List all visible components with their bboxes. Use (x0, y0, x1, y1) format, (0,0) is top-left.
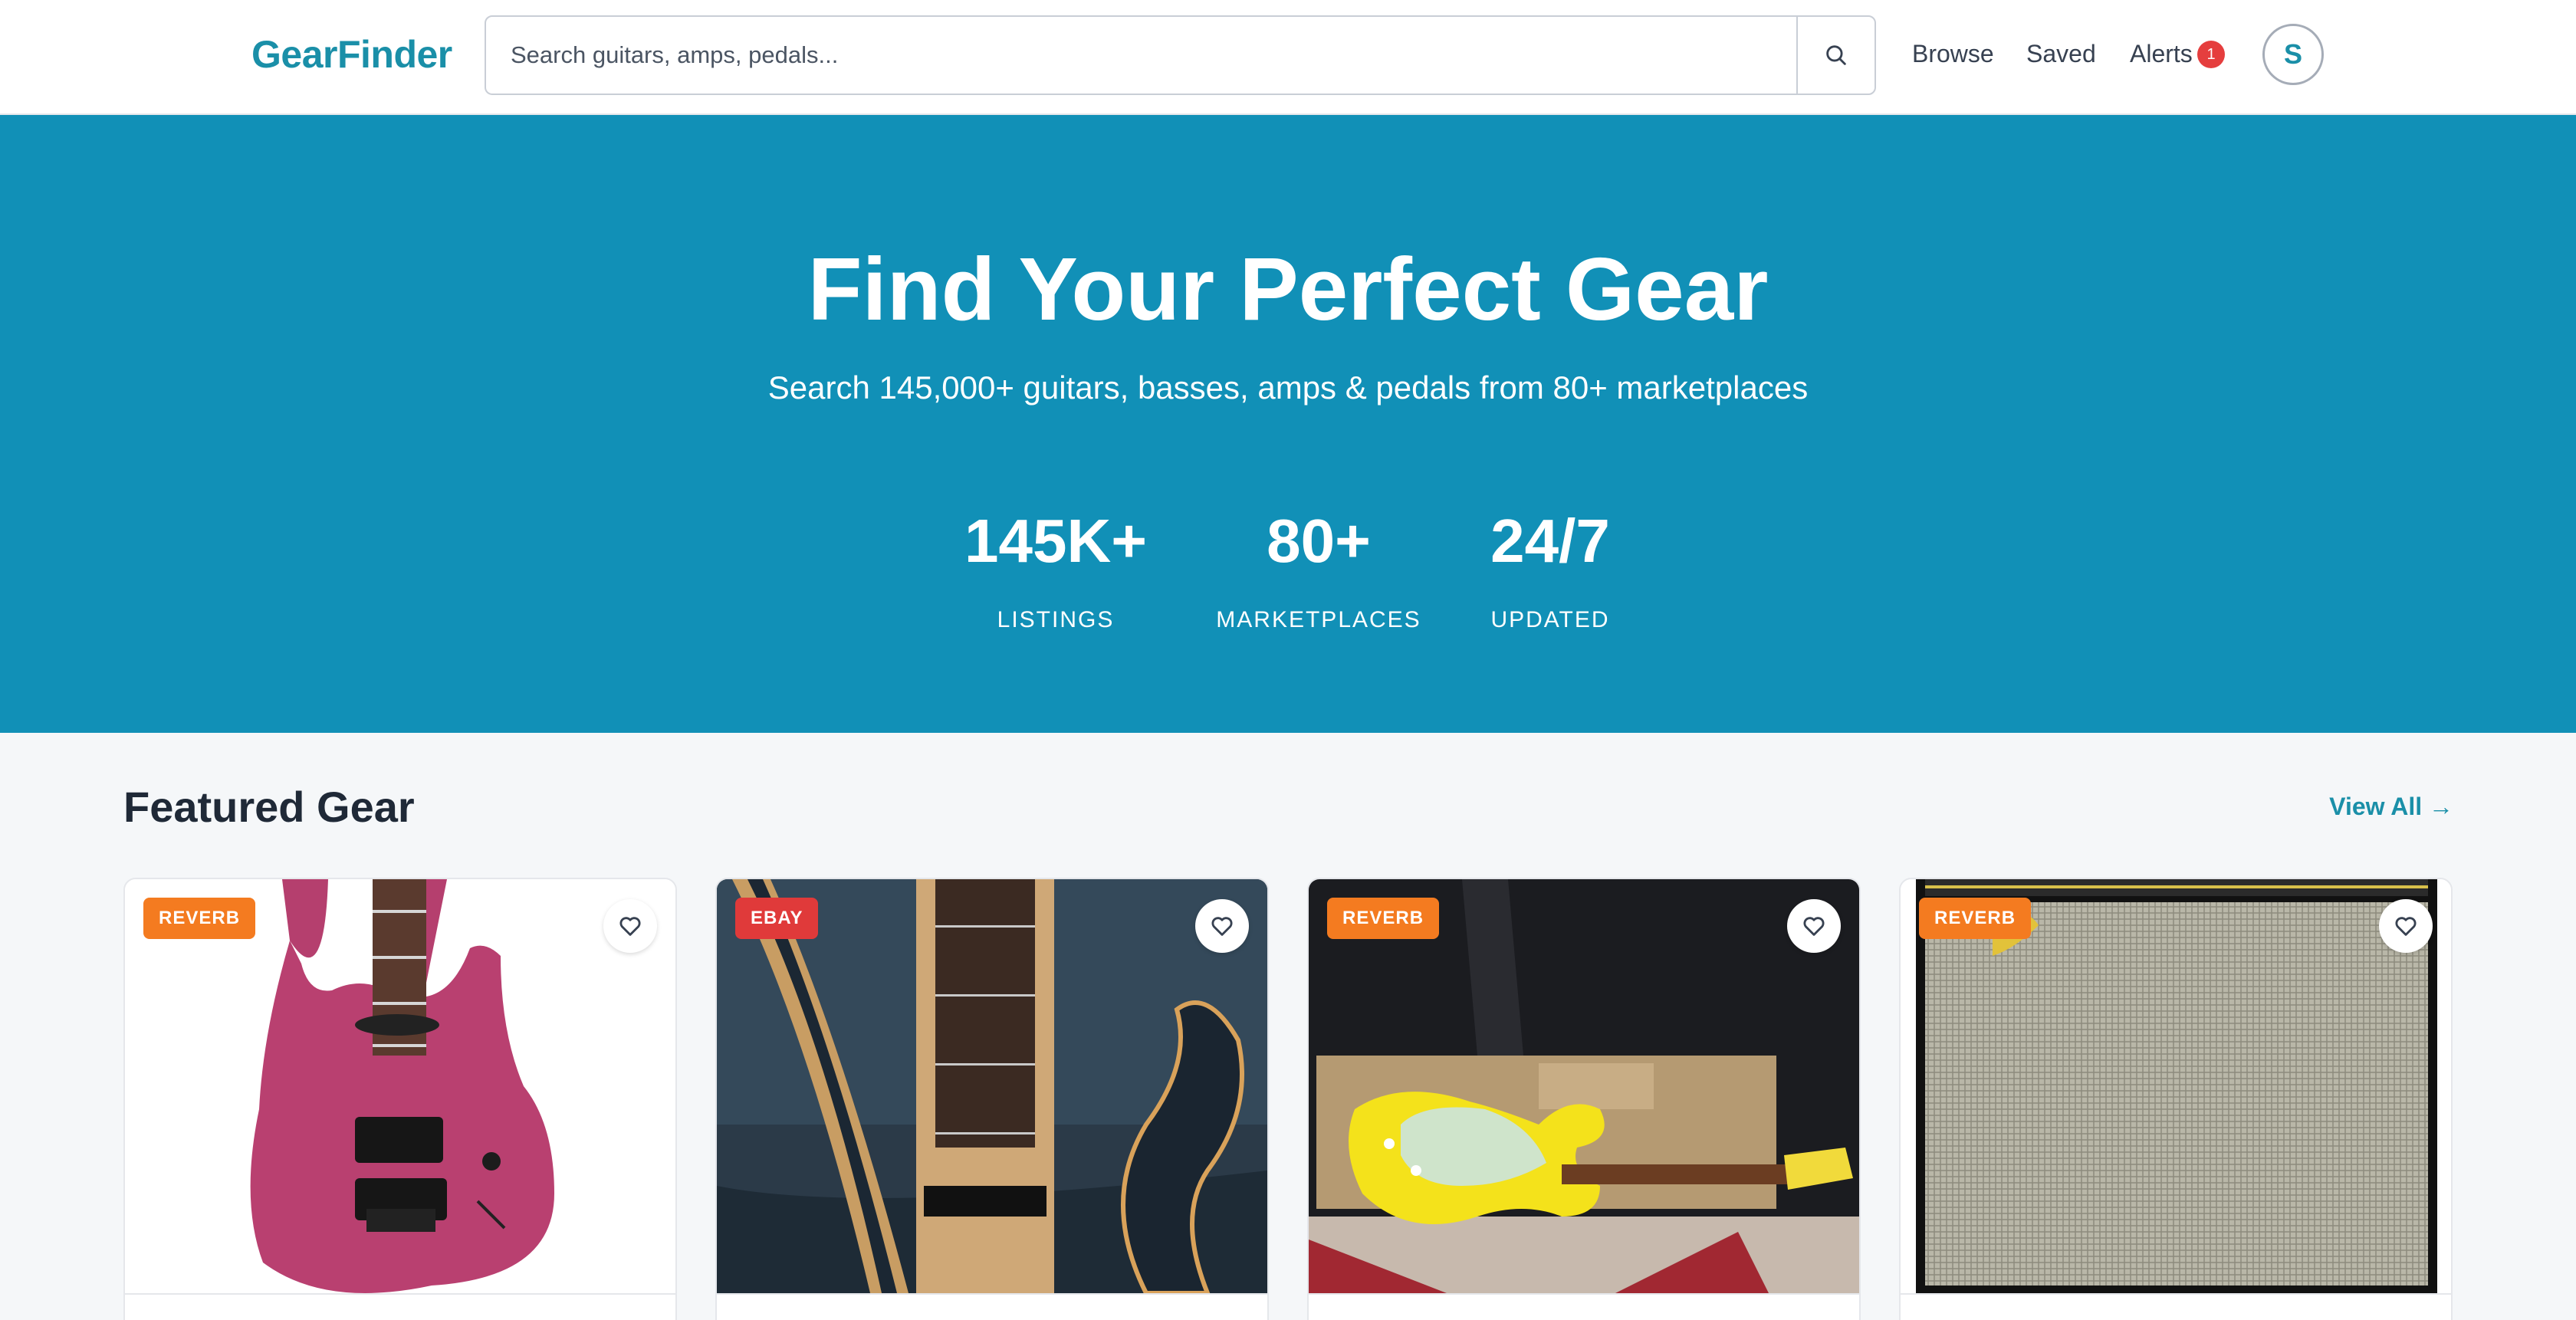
heart-icon (619, 917, 641, 936)
featured-title: Featured Gear (123, 783, 415, 831)
stat-updated-value: 24/7 (1490, 507, 1610, 575)
heart-icon (1803, 917, 1825, 936)
gear-card[interactable]: REVERB (123, 878, 677, 1320)
stat-marketplaces-label: MARKETPLACES (1216, 607, 1421, 632)
card-body (1901, 1293, 2451, 1320)
save-button[interactable] (2379, 899, 2433, 953)
stat-listings-label: LISTINGS (997, 607, 1115, 632)
gear-card[interactable]: REVERB (1899, 878, 2453, 1320)
stat-updated-label: UPDATED (1490, 607, 1610, 632)
heart-icon (1211, 917, 1233, 936)
nav-browse[interactable]: Browse (1912, 40, 1994, 68)
user-avatar[interactable]: S (2262, 24, 2324, 85)
top-header: GearFinder Browse Saved Alerts 1 S (0, 0, 2576, 115)
source-badge: EBAY (735, 898, 819, 939)
logo[interactable]: GearFinder (251, 32, 452, 77)
search-bar (485, 15, 1876, 95)
gear-image (1901, 879, 2451, 1293)
card-body (1309, 1293, 1859, 1320)
hero-banner: Find Your Perfect Gear Search 145,000+ g… (0, 115, 2576, 733)
search-input[interactable] (486, 17, 1797, 94)
hero-subtitle: Search 145,000+ guitars, basses, amps & … (767, 369, 1809, 406)
view-all-link[interactable]: View All → (2329, 793, 2453, 821)
alerts-count-badge: 1 (2197, 41, 2225, 68)
stat-marketplaces-value: 80+ (1267, 507, 1371, 575)
heart-icon (2395, 917, 2417, 936)
source-badge: REVERB (1327, 898, 1440, 939)
card-body (717, 1293, 1267, 1320)
gear-card[interactable]: EBAY (715, 878, 1269, 1320)
search-icon (1826, 45, 1846, 65)
save-button[interactable] (1787, 899, 1841, 953)
save-button[interactable] (1195, 899, 1249, 953)
gear-image (125, 879, 675, 1293)
gear-image (717, 879, 1267, 1293)
card-body (125, 1293, 675, 1320)
hero-title: Find Your Perfect Gear (807, 239, 1769, 339)
nav-alerts[interactable]: Alerts (2130, 40, 2193, 68)
nav-saved[interactable]: Saved (2026, 40, 2096, 68)
source-badge: REVERB (143, 898, 256, 939)
gear-image (1309, 879, 1859, 1293)
stat-listings-value: 145K+ (964, 507, 1147, 575)
search-button[interactable] (1796, 17, 1875, 94)
source-badge: REVERB (1919, 898, 2032, 939)
gear-card[interactable]: REVERB (1307, 878, 1861, 1320)
save-button[interactable] (603, 899, 657, 953)
